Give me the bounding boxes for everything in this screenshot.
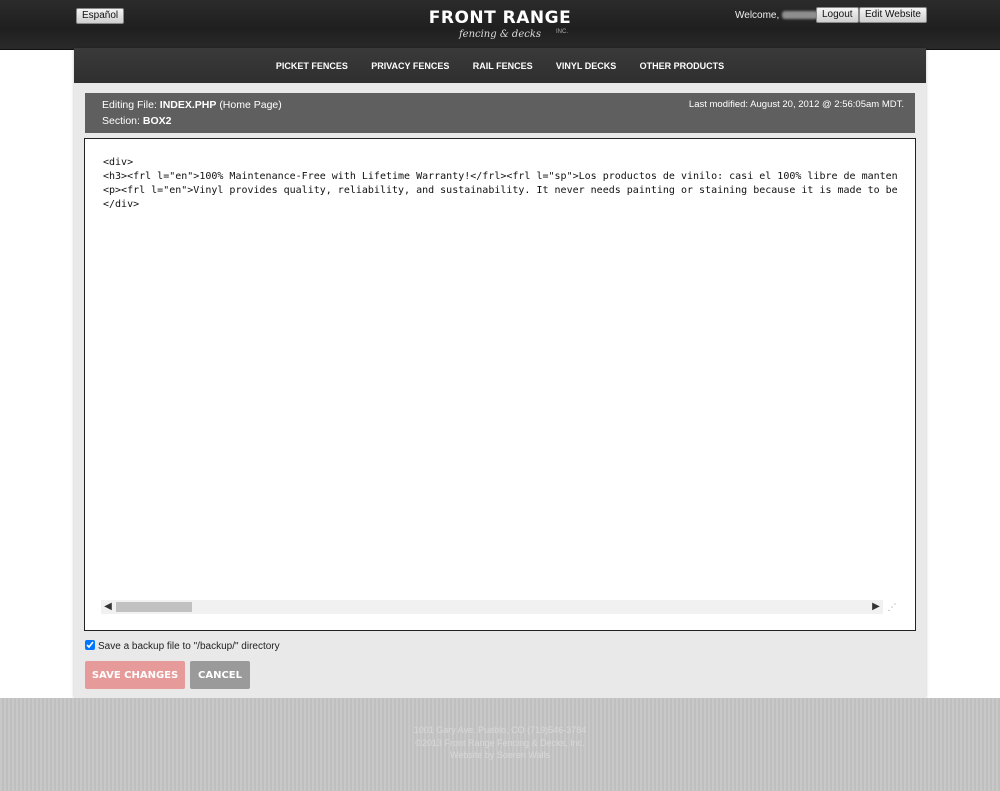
- code-textarea[interactable]: <div> <h3><frl l="en">100% Maintenance-F…: [103, 156, 898, 216]
- nav-vinyl-decks[interactable]: VINYL DECKS: [556, 48, 616, 84]
- logo-inc: INC.: [556, 29, 568, 35]
- logo-title: FRONT RANGE: [428, 8, 572, 28]
- language-button[interactable]: Español: [76, 8, 125, 24]
- cancel-button[interactable]: CANCEL: [190, 661, 250, 689]
- welcome-text: Welcome,: [735, 10, 819, 21]
- backup-label: Save a backup file to "/backup/" directo…: [98, 641, 280, 652]
- resize-handle-icon[interactable]: ⋰: [885, 601, 899, 613]
- code-editor[interactable]: <div> <h3><frl l="en">100% Maintenance-F…: [84, 138, 916, 631]
- page-name: (Home Page): [219, 99, 282, 111]
- footer-address: 1001 Gary Ave. Pueblo, CO (719)546-3784: [413, 725, 587, 735]
- scroll-right-icon[interactable]: ▶: [869, 600, 883, 614]
- editing-file-line: Editing File: INDEX.PHP (Home Page): [102, 99, 282, 111]
- site-logo[interactable]: FRONT RANGE fencing & decks INC.: [420, 8, 580, 44]
- footer-credit[interactable]: Website by Soeren Walls: [0, 750, 1000, 760]
- top-header-bar: Español FRONT RANGE fencing & decks INC.…: [0, 0, 1000, 50]
- scroll-left-icon[interactable]: ◀: [101, 600, 115, 614]
- nav-privacy-fences[interactable]: PRIVACY FENCES: [371, 48, 449, 84]
- section-name: BOX2: [142, 115, 172, 127]
- nav-other-products[interactable]: OTHER PRODUCTS: [640, 48, 725, 84]
- blurred-username: [782, 11, 819, 20]
- main-nav: PICKET FENCES PRIVACY FENCES RAIL FENCES…: [74, 48, 926, 83]
- logout-button[interactable]: Logout: [816, 7, 859, 23]
- main-container: PICKET FENCES PRIVACY FENCES RAIL FENCES…: [74, 48, 926, 698]
- nav-picket-fences[interactable]: PICKET FENCES: [276, 48, 348, 84]
- footer: 1001 Gary Ave. Pueblo, CO (719)546-3784 …: [0, 698, 1000, 791]
- scrollbar-thumb[interactable]: [116, 602, 192, 612]
- backup-option[interactable]: Save a backup file to "/backup/" directo…: [85, 640, 280, 652]
- backup-checkbox[interactable]: [85, 640, 95, 650]
- save-changes-button[interactable]: SAVE CHANGES: [85, 661, 185, 689]
- horizontal-scrollbar[interactable]: ◀ ▶: [101, 600, 883, 614]
- file-info-bar: Editing File: INDEX.PHP (Home Page) Sect…: [85, 93, 915, 133]
- last-modified: Last modified: August 20, 2012 @ 2:56:05…: [688, 99, 904, 110]
- file-name: INDEX.PHP: [159, 99, 217, 111]
- edit-website-button[interactable]: Edit Website: [859, 7, 927, 23]
- footer-copyright: ©2013 Front Range Fencing & Decks, Inc.: [415, 738, 585, 748]
- section-line: Section: BOX2: [102, 115, 172, 127]
- nav-rail-fences[interactable]: RAIL FENCES: [473, 48, 533, 84]
